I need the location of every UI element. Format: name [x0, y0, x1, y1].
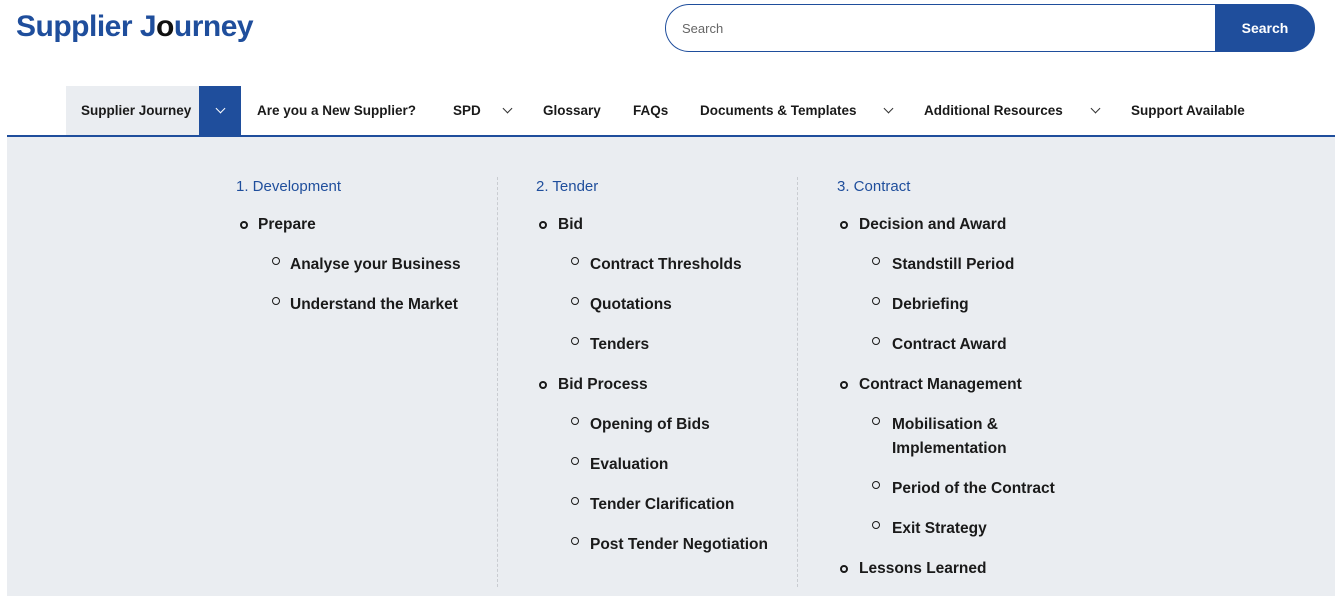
bullet-icon	[571, 417, 579, 425]
nav-label: Are you a New Supplier?	[257, 103, 417, 118]
menu-column-development: 1. Development Prepare Analyse your Busi…	[236, 137, 496, 596]
brand-part-2: o	[156, 10, 174, 43]
nav-item-supplier-journey[interactable]: Supplier Journey	[66, 86, 200, 135]
column-divider	[797, 177, 798, 587]
submenu-item[interactable]: Evaluation	[590, 453, 668, 477]
submenu-item[interactable]: Opening of Bids	[590, 413, 710, 437]
bullet-icon	[571, 297, 579, 305]
column-title[interactable]: 1. Development	[236, 178, 341, 195]
bullet-icon	[840, 565, 848, 573]
chevron-down-icon	[1090, 103, 1100, 114]
bullet-icon	[872, 417, 880, 425]
nav-expand-supplier-journey[interactable]	[199, 86, 241, 135]
submenu-item[interactable]: Mobilisation & Implementation	[892, 413, 1042, 461]
bullet-icon	[272, 297, 280, 305]
nav-label: Additional Resources	[924, 103, 1063, 118]
nav-expand-spd[interactable]	[497, 86, 517, 135]
mega-menu: 1. Development Prepare Analyse your Busi…	[7, 137, 1335, 596]
nav-item-new-supplier[interactable]: Are you a New Supplier?	[257, 86, 416, 135]
submenu-item[interactable]: Contract Thresholds	[590, 253, 742, 277]
nav-item-support-available[interactable]: Support Available	[1131, 86, 1245, 135]
bullet-icon	[240, 221, 248, 229]
nav-expand-documents-templates[interactable]	[878, 86, 898, 135]
chevron-down-icon	[502, 103, 512, 114]
bullet-icon	[872, 481, 880, 489]
bullet-icon	[539, 221, 547, 229]
nav-label: Support Available	[1131, 103, 1245, 118]
bullet-icon	[872, 257, 880, 265]
menu-item-bid-process[interactable]: Bid Process	[558, 373, 648, 397]
nav-label: FAQs	[633, 103, 669, 118]
site-logo[interactable]: Supplier Journey	[16, 10, 254, 44]
submenu-item[interactable]: Tender Clarification	[590, 493, 734, 517]
bullet-icon	[872, 337, 880, 345]
menu-item-contract-management[interactable]: Contract Management	[859, 373, 1022, 397]
bullet-icon	[571, 337, 579, 345]
submenu-item[interactable]: Analyse your Business	[290, 253, 461, 277]
bullet-icon	[539, 381, 547, 389]
bullet-icon	[571, 257, 579, 265]
column-title[interactable]: 2. Tender	[536, 178, 598, 195]
nav-label: SPD	[453, 103, 481, 118]
nav-item-spd[interactable]: SPD	[453, 86, 481, 135]
brand-part-1: Supplier J	[16, 10, 157, 43]
bullet-icon	[272, 257, 280, 265]
bullet-icon	[571, 457, 579, 465]
chevron-down-icon	[215, 103, 225, 114]
menu-column-tender: 2. Tender Bid Contract Thresholds Quotat…	[536, 137, 796, 596]
bullet-icon	[571, 497, 579, 505]
menu-column-contract: 3. Contract Decision and Award Standstil…	[837, 137, 1097, 596]
submenu-item[interactable]: Tenders	[590, 333, 649, 357]
submenu-item[interactable]: Quotations	[590, 293, 672, 317]
submenu-item[interactable]: Standstill Period	[892, 253, 1014, 277]
menu-item-decision-award[interactable]: Decision and Award	[859, 213, 1006, 237]
main-nav: Supplier Journey Are you a New Supplier?…	[7, 86, 1335, 137]
bullet-icon	[840, 381, 848, 389]
submenu-item[interactable]: Contract Award	[892, 333, 1007, 357]
submenu-item[interactable]: Understand the Market	[290, 293, 458, 317]
chevron-down-icon	[883, 103, 893, 114]
bullet-icon	[872, 297, 880, 305]
nav-item-glossary[interactable]: Glossary	[543, 86, 601, 135]
column-title[interactable]: 3. Contract	[837, 178, 910, 195]
bullet-icon	[840, 221, 848, 229]
search-input[interactable]	[665, 4, 1215, 52]
nav-item-documents-templates[interactable]: Documents & Templates	[700, 86, 857, 135]
brand-part-3: urney	[173, 10, 254, 43]
search-bar: Search	[665, 4, 1315, 52]
submenu-item[interactable]: Exit Strategy	[892, 517, 987, 541]
nav-item-additional-resources[interactable]: Additional Resources	[924, 86, 1063, 135]
nav-expand-additional-resources[interactable]	[1085, 86, 1105, 135]
submenu-item[interactable]: Post Tender Negotiation	[590, 533, 768, 557]
nav-item-faqs[interactable]: FAQs	[633, 86, 668, 135]
nav-label: Documents & Templates	[700, 103, 857, 118]
submenu-item[interactable]: Period of the Contract	[892, 477, 1055, 501]
bullet-icon	[571, 537, 579, 545]
search-button[interactable]: Search	[1215, 4, 1315, 52]
menu-item-bid[interactable]: Bid	[558, 213, 583, 237]
nav-label: Glossary	[543, 103, 601, 118]
column-divider	[497, 177, 498, 587]
menu-item-lessons-learned[interactable]: Lessons Learned	[859, 557, 987, 581]
bullet-icon	[872, 521, 880, 529]
submenu-item[interactable]: Debriefing	[892, 293, 969, 317]
nav-label: Supplier Journey	[81, 103, 192, 118]
menu-item-prepare[interactable]: Prepare	[258, 213, 316, 237]
